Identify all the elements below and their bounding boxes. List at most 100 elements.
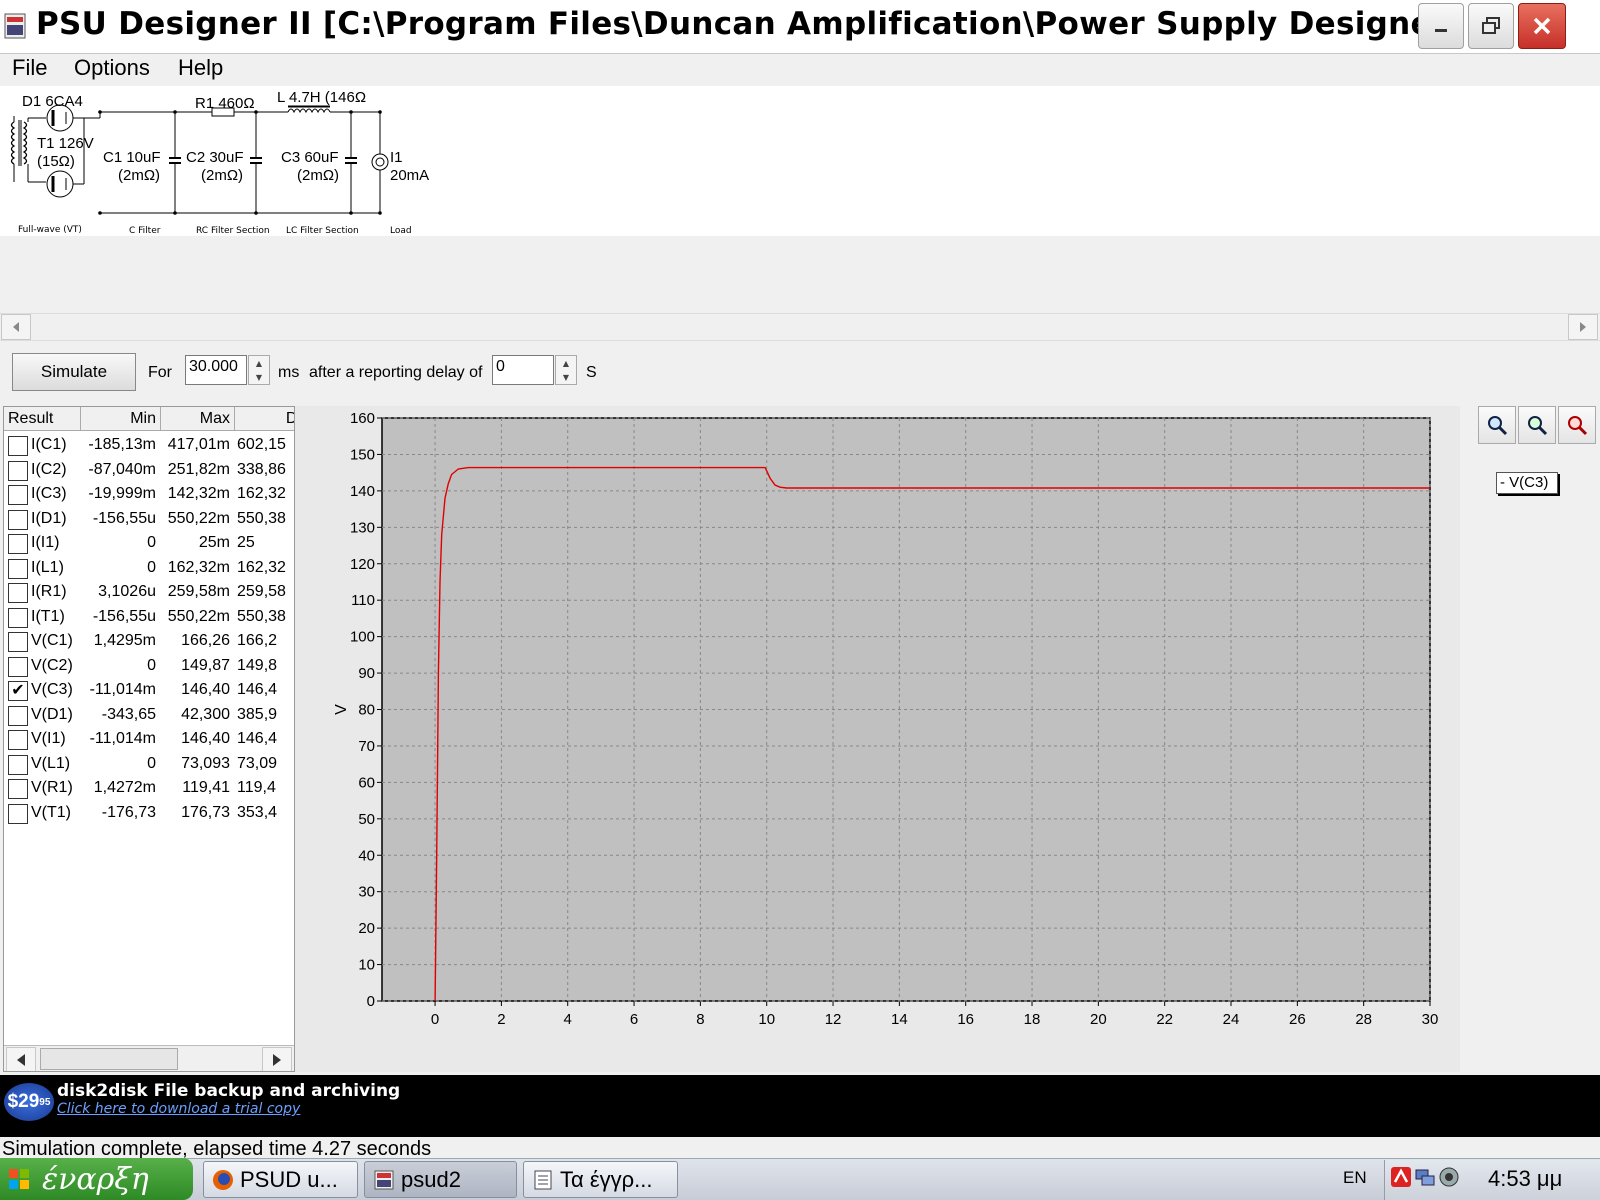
zoom-reset-button[interactable] <box>1558 406 1596 444</box>
results-scroll-thumb[interactable] <box>40 1048 178 1070</box>
x-tick-label: 18 <box>1024 1011 1041 1028</box>
table-row[interactable]: ✔ V(C3) -11,014m 146,40 146,4 <box>4 678 294 703</box>
clock[interactable]: 4:53 μμ <box>1488 1166 1562 1192</box>
task-documents[interactable]: Τα έγγρ... <box>523 1161 678 1198</box>
result-checkbox[interactable] <box>8 460 28 481</box>
cell-name: V(R1) <box>31 779 73 796</box>
chevron-down-icon[interactable]: ▼ <box>249 370 269 384</box>
duration-input[interactable]: 30.000 <box>185 355 247 385</box>
result-checkbox[interactable] <box>8 558 28 579</box>
results-scroll-right[interactable] <box>262 1047 292 1071</box>
table-row[interactable]: I(R1) 3,1026u 259,58m 259,58 <box>4 580 294 605</box>
c3-resistance: (2mΩ) <box>297 167 339 184</box>
result-checkbox[interactable] <box>8 534 28 554</box>
y-tick-label: 0 <box>367 993 375 1010</box>
cell-diff: 602,15 <box>237 436 286 453</box>
document-icon <box>534 1170 552 1190</box>
arrow-right-icon <box>1580 322 1586 332</box>
table-row[interactable]: I(I1) 0 25m 25 <box>4 531 294 556</box>
cell-min: 0 <box>147 656 156 674</box>
result-checkbox[interactable] <box>8 607 28 628</box>
simulate-button[interactable]: Simulate <box>12 353 136 391</box>
task-label: Τα έγγρ... <box>560 1166 653 1192</box>
network-icon[interactable] <box>1414 1166 1436 1188</box>
cell-min: -11,014m <box>89 681 156 698</box>
cell-diff: 550,38 <box>237 509 286 527</box>
cell-diff: 385,9 <box>237 705 278 723</box>
ad-banner[interactable]: $29 95 disk2disk File backup and archivin… <box>0 1075 1600 1137</box>
cell-min: -185,13m <box>88 436 156 453</box>
column-max[interactable]: Max <box>161 407 235 431</box>
scroll-right-button[interactable] <box>1568 314 1598 340</box>
column-min[interactable]: Min <box>81 407 161 431</box>
start-button[interactable]: έναρξη <box>0 1158 193 1200</box>
cell-name: I(C2) <box>31 460 67 478</box>
table-row[interactable]: I(T1) -156,55u 550,22m 550,38 <box>4 605 294 630</box>
result-checkbox[interactable] <box>8 436 28 456</box>
scroll-left-button[interactable] <box>1 314 31 340</box>
cell-max: 42,300 <box>181 705 230 723</box>
results-table[interactable]: Result Min Max Di I(C1) -185,13m 417,01m 60… <box>3 406 295 1072</box>
d1-label: D1 6CA4 <box>22 93 83 110</box>
cell-name: I(C3) <box>31 485 67 502</box>
chevron-up-icon[interactable]: ▲ <box>556 356 576 370</box>
chevron-down-icon[interactable]: ▼ <box>556 370 576 384</box>
table-row[interactable]: V(D1) -343,65 42,300 385,9 <box>4 703 294 728</box>
table-row[interactable]: I(C3) -19,999m 142,32m 162,32 <box>4 482 294 507</box>
result-checkbox[interactable] <box>8 509 28 530</box>
result-checkbox[interactable] <box>8 779 28 799</box>
table-row[interactable]: I(C2) -87,040m 251,82m 338,86 <box>4 458 294 483</box>
column-result[interactable]: Result <box>4 407 81 431</box>
results-scrollbar[interactable] <box>4 1045 294 1071</box>
chevron-up-icon[interactable]: ▲ <box>249 356 269 370</box>
volume-icon[interactable] <box>1438 1166 1460 1188</box>
table-row[interactable]: V(L1) 0 73,093 73,09 <box>4 752 294 777</box>
voltage-chart[interactable]: 0 2 4 6 8 10 12 14 16 18 20 22 24 26 28 300102030405060… <box>295 406 1460 1072</box>
table-row[interactable]: V(R1) 1,4272m 119,41 119,4 <box>4 776 294 801</box>
close-button[interactable] <box>1518 3 1566 49</box>
table-row[interactable]: V(T1) -176,73 176,73 353,4 <box>4 801 294 826</box>
delay-stepper[interactable]: ▲ ▼ <box>555 355 577 385</box>
schematic-panel[interactable]: D1 6CA4 T1 126V (15Ω) C1 10uF (2mΩ) R1 4… <box>0 86 1600 236</box>
c1-resistance: (2mΩ) <box>118 167 160 184</box>
result-checkbox[interactable] <box>8 803 28 824</box>
table-row[interactable]: V(C2) 0 149,87 149,8 <box>4 654 294 679</box>
result-checkbox[interactable] <box>8 485 28 505</box>
zoom-in-button[interactable] <box>1478 406 1516 444</box>
zoom-out-button[interactable] <box>1518 406 1556 444</box>
menu-file[interactable]: File <box>12 55 47 81</box>
x-tick-label: 28 <box>1355 1011 1372 1028</box>
ad-download-link[interactable]: Click here to download a trial copy <box>57 1101 300 1117</box>
cell-name: I(C1) <box>31 436 67 453</box>
delay-input[interactable]: 0 <box>492 355 554 385</box>
table-row[interactable]: V(I1) -11,014m 146,40 146,4 <box>4 727 294 752</box>
plot-area[interactable]: 0 2 4 6 8 10 12 14 16 18 20 22 24 26 28 30 0 10 20 30 40 50 60… <box>295 406 1460 1072</box>
task-psud2[interactable]: psud2 <box>364 1161 517 1198</box>
table-row[interactable]: I(D1) -156,55u 550,22m 550,38 <box>4 507 294 532</box>
restore-button[interactable] <box>1468 3 1514 49</box>
duration-stepper[interactable]: ▲ ▼ <box>248 355 270 385</box>
antivirus-icon[interactable] <box>1390 1166 1412 1188</box>
task-firefox[interactable]: PSUD u... <box>203 1161 358 1198</box>
table-row[interactable]: V(C1) 1,4295m 166,26 166,2 <box>4 629 294 654</box>
result-checkbox[interactable] <box>8 705 28 726</box>
schematic-scrollbar[interactable] <box>0 313 1600 341</box>
chart-legend[interactable]: - V(C3) <box>1496 472 1558 494</box>
menu-options[interactable]: Options <box>74 55 150 81</box>
table-row[interactable]: I(C1) -185,13m 417,01m 602,15 <box>4 433 294 458</box>
result-checkbox[interactable] <box>8 656 28 677</box>
result-checkbox[interactable] <box>8 754 28 775</box>
schematic-diagram[interactable]: D1 6CA4 T1 126V (15Ω) C1 10uF (2mΩ) R1 4… <box>0 86 440 236</box>
table-row[interactable]: I(L1) 0 162,32m 162,32 <box>4 556 294 581</box>
menu-help[interactable]: Help <box>178 55 223 81</box>
result-checkbox[interactable] <box>8 632 28 652</box>
result-checkbox[interactable] <box>8 583 28 603</box>
minimize-button[interactable] <box>1418 3 1464 49</box>
firefox-icon <box>213 1170 233 1190</box>
cell-diff: 146,4 <box>237 681 278 698</box>
result-checkbox[interactable]: ✔ <box>8 681 28 701</box>
results-scroll-left[interactable] <box>6 1047 36 1071</box>
language-indicator[interactable]: EN <box>1343 1168 1367 1188</box>
result-checkbox[interactable] <box>8 730 28 750</box>
column-diff[interactable]: Di <box>235 407 294 431</box>
